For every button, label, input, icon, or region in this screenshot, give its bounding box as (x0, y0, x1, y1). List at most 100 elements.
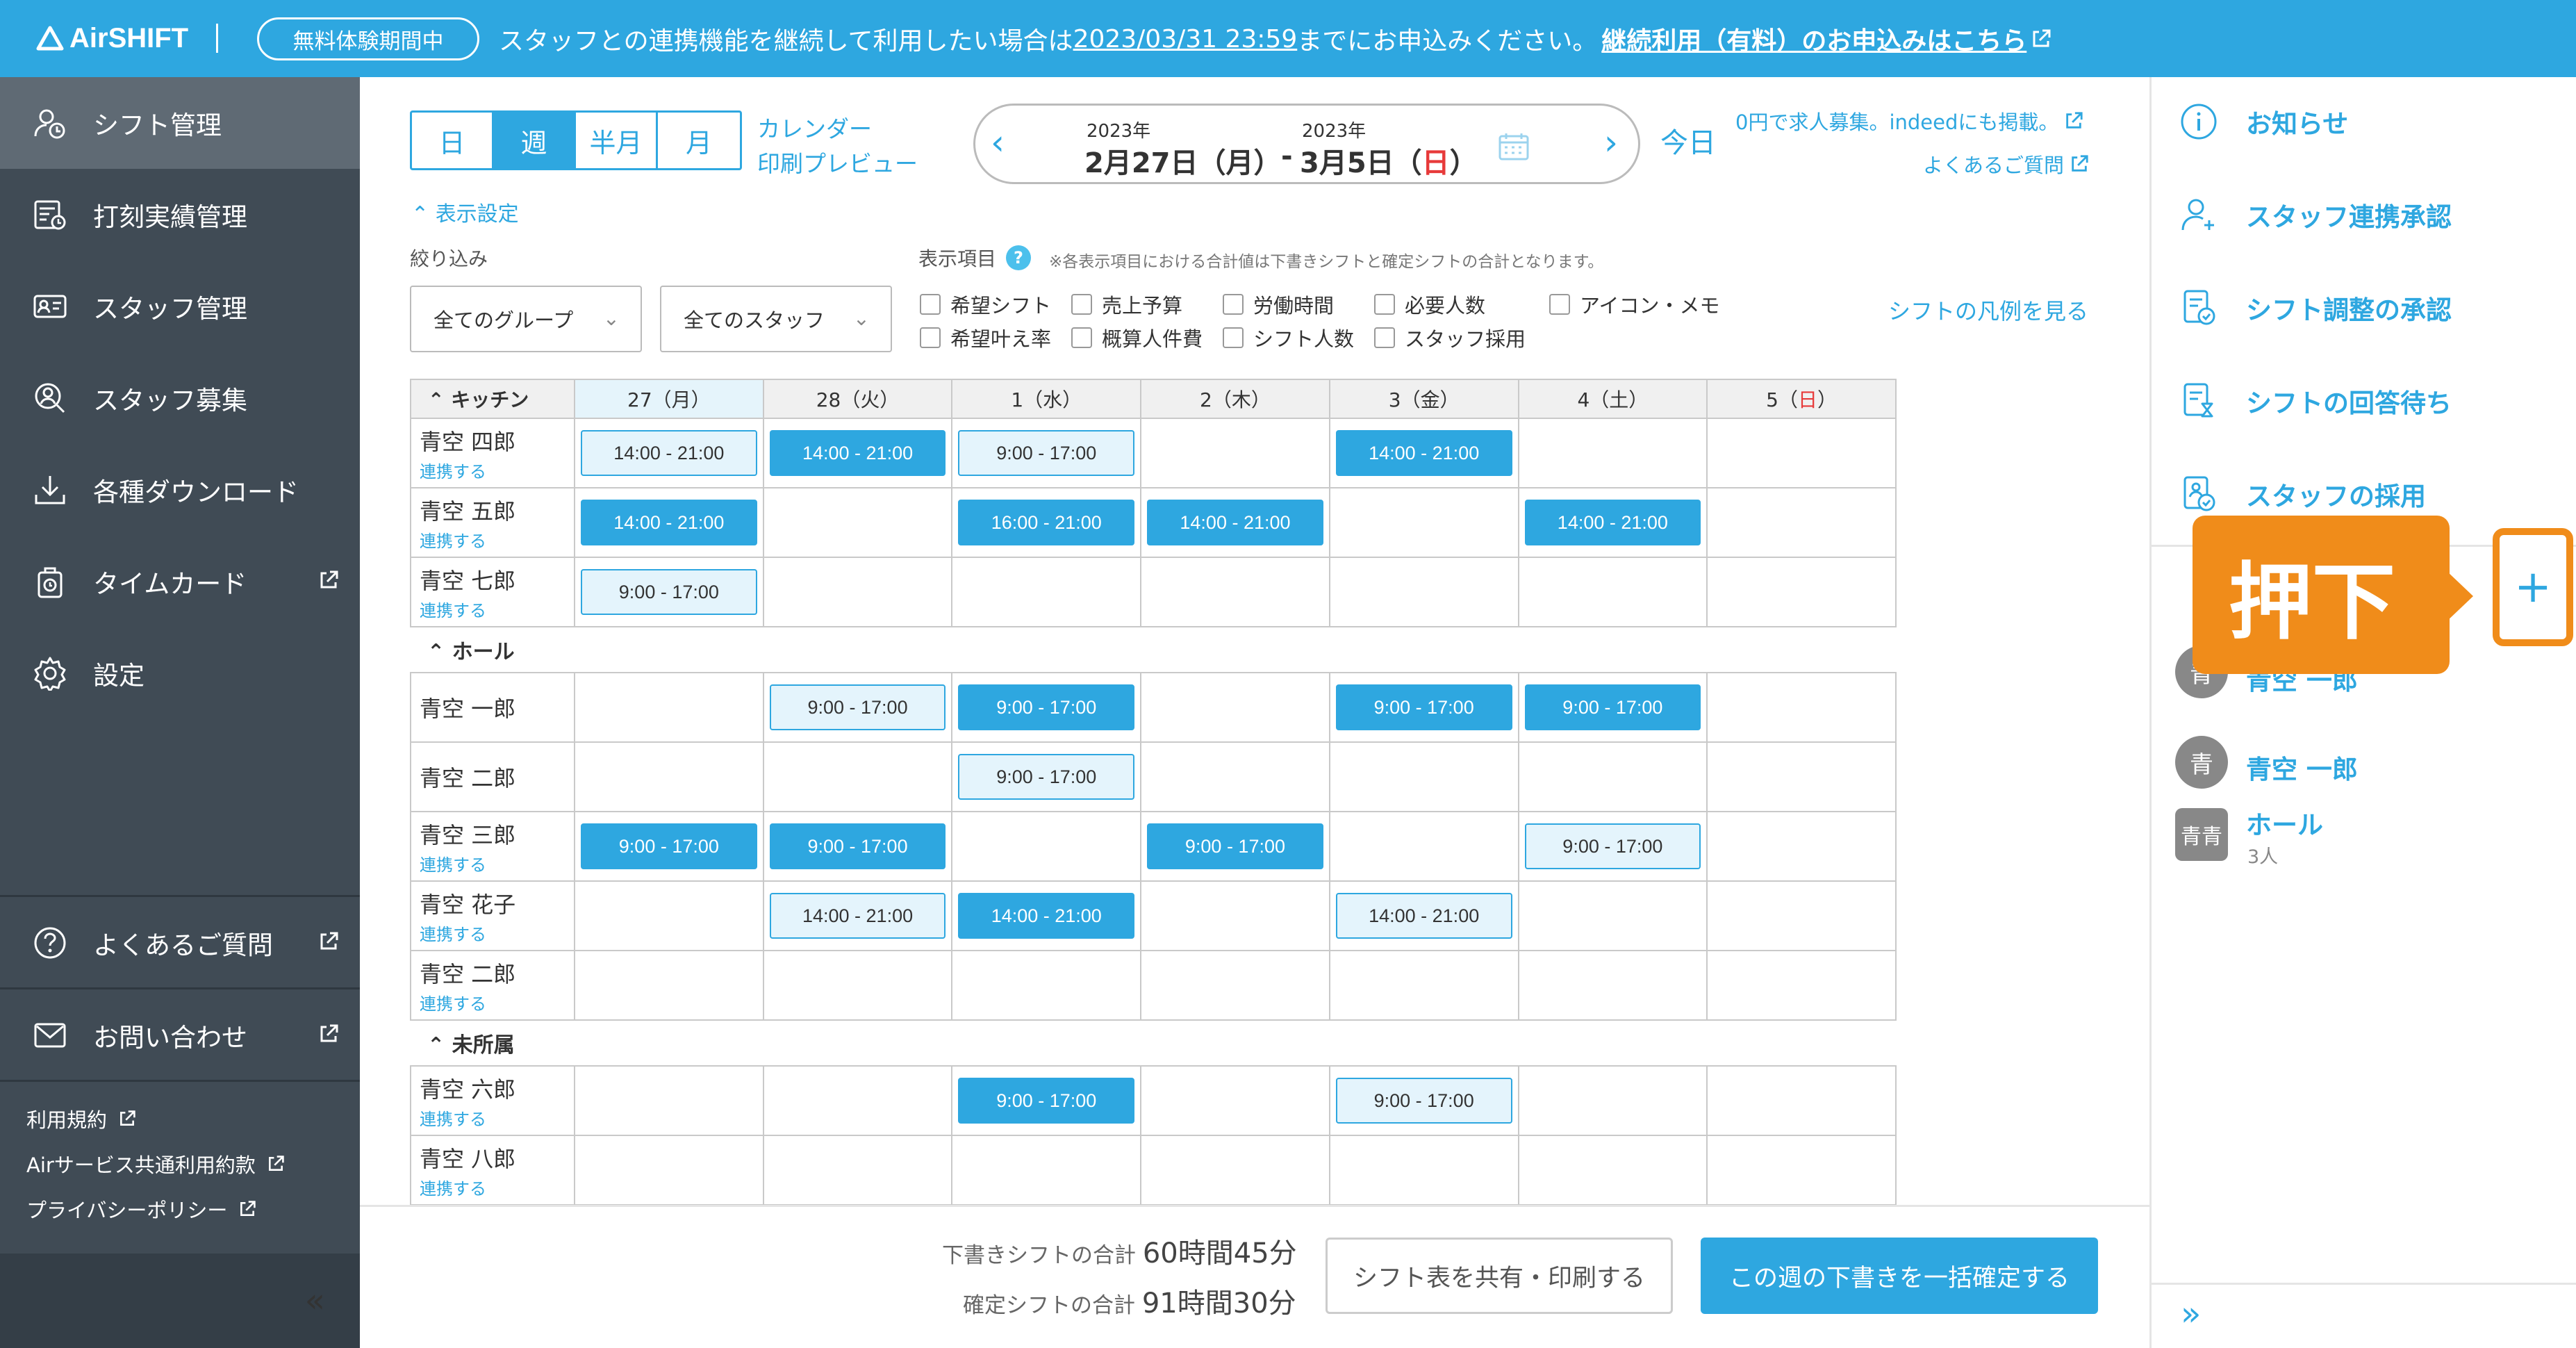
shift-cell[interactable] (1517, 741, 1708, 812)
confirmed-shift[interactable]: 9:00 - 17:00 (769, 823, 946, 869)
shift-cell[interactable] (951, 811, 1142, 882)
shift-cell[interactable]: 14:00 - 21:00 (1328, 418, 1519, 488)
shift-cell[interactable]: 14:00 - 21:00 (1517, 487, 1708, 558)
staff-name[interactable]: 青空 八郎 (420, 1142, 574, 1174)
link-staff-link[interactable]: 連携する (420, 921, 574, 945)
help-icon[interactable]: ? (1006, 245, 1032, 270)
terms-link[interactable]: 利用規約 (26, 1104, 136, 1133)
view-week-button[interactable]: 週 (494, 113, 576, 168)
share-print-button[interactable]: シフト表を共有・印刷する (1326, 1238, 1673, 1314)
shift-cell[interactable]: 9:00 - 17:00 (574, 557, 764, 627)
shift-adjust-approval-item[interactable]: シフト調整の承認 (2179, 288, 2452, 327)
staff-name[interactable]: 青空 二郎 (420, 957, 574, 989)
checkbox-fulfillment-rate[interactable]: 希望叶え率 (920, 323, 1051, 352)
staff-name[interactable]: 青空 花子 (420, 887, 574, 919)
shift-cell[interactable] (574, 1135, 764, 1206)
confirmed-shift[interactable]: 14:00 - 21:00 (1335, 430, 1512, 476)
view-half-month-button[interactable]: 半月 (576, 113, 658, 168)
draft-shift[interactable]: 9:00 - 17:00 (581, 569, 757, 615)
sidebar-item-contact[interactable]: お問い合わせ (0, 989, 360, 1081)
staff-name[interactable]: 青空 六郎 (420, 1072, 574, 1104)
checkbox-desired-shift[interactable]: 希望シフト (920, 290, 1051, 319)
shift-cell[interactable]: 9:00 - 17:00 (951, 672, 1142, 743)
link-staff-link[interactable]: 連携する (420, 597, 574, 621)
shift-cell[interactable] (1706, 741, 1897, 812)
privacy-link[interactable]: プライバシーポリシー (26, 1194, 256, 1224)
shift-cell[interactable] (1706, 811, 1897, 882)
shift-cell[interactable]: 14:00 - 21:00 (574, 487, 764, 558)
shift-cell[interactable]: 9:00 - 17:00 (1517, 672, 1708, 743)
checkbox-staff-hiring[interactable]: スタッフ採用 (1374, 323, 1526, 352)
shift-cell[interactable]: 9:00 - 17:00 (1328, 1065, 1519, 1136)
confirmed-shift[interactable]: 9:00 - 17:00 (958, 1078, 1135, 1124)
confirmed-shift[interactable]: 9:00 - 17:00 (1524, 684, 1701, 730)
draft-shift[interactable]: 9:00 - 17:00 (958, 754, 1135, 800)
confirmed-shift[interactable]: 16:00 - 21:00 (958, 500, 1135, 545)
shift-cell[interactable]: 16:00 - 21:00 (951, 487, 1142, 558)
group-header[interactable]: ⌃ 未所属 (411, 1019, 1896, 1067)
shift-cell[interactable] (1140, 418, 1330, 488)
shift-cell[interactable] (1706, 1135, 1897, 1206)
shift-cell[interactable] (574, 950, 764, 1021)
sidebar-item-staff-management[interactable]: スタッフ管理 (0, 261, 360, 352)
draft-shift[interactable]: 9:00 - 17:00 (769, 684, 946, 730)
calendar-print-link-line2[interactable]: 印刷プレビュー (757, 145, 918, 179)
draft-shift[interactable]: 14:00 - 21:00 (769, 893, 946, 939)
group-header[interactable]: ⌃ ホール (411, 626, 1896, 673)
shift-cell[interactable] (1140, 950, 1330, 1021)
link-staff-link[interactable]: 連携する (420, 851, 574, 876)
shift-cell[interactable] (762, 1135, 953, 1206)
shift-cell[interactable] (1517, 1065, 1708, 1136)
draft-shift[interactable]: 14:00 - 21:00 (581, 430, 757, 476)
shift-cell[interactable] (574, 672, 764, 743)
checkbox-icon-memo[interactable]: アイコン・メモ (1549, 290, 1720, 319)
shift-cell[interactable] (951, 950, 1142, 1021)
shift-cell[interactable] (762, 557, 953, 627)
shift-cell[interactable] (762, 487, 953, 558)
draft-shift[interactable]: 9:00 - 17:00 (958, 430, 1135, 476)
sidebar-item-clock-records[interactable]: 打刻実績管理 (0, 169, 360, 261)
shift-cell[interactable]: 9:00 - 17:00 (1517, 811, 1708, 882)
display-settings-toggle[interactable]: ⌃ 表示設定 (411, 197, 519, 227)
sidebar-item-settings[interactable]: 設定 (0, 627, 360, 719)
airshift-logo[interactable]: AirSHIFT (36, 19, 188, 58)
draft-shift[interactable]: 9:00 - 17:00 (1335, 1078, 1512, 1124)
add-chat-button[interactable]: + (2493, 528, 2573, 646)
faq-link[interactable]: よくあるご質問 (1923, 149, 2089, 179)
confirmed-shift[interactable]: 14:00 - 21:00 (1147, 500, 1323, 545)
shift-cell[interactable]: 9:00 - 17:00 (762, 811, 953, 882)
shift-cell[interactable] (1706, 487, 1897, 558)
shift-cell[interactable] (1706, 557, 1897, 627)
staff-name[interactable]: 青空 四郎 (420, 425, 574, 457)
awaiting-reply-item[interactable]: シフトの回答待ち (2179, 381, 2452, 420)
confirmed-shift[interactable]: 9:00 - 17:00 (1147, 823, 1323, 869)
shift-cell[interactable]: 9:00 - 17:00 (951, 418, 1142, 488)
shift-cell[interactable] (574, 880, 764, 951)
prev-week-button[interactable]: ‹ (991, 122, 1005, 163)
staff-name[interactable]: 青空 三郎 (420, 818, 574, 850)
shift-cell[interactable]: 9:00 - 17:00 (1328, 672, 1519, 743)
shift-cell[interactable] (1517, 418, 1708, 488)
shift-cell[interactable]: 9:00 - 17:00 (574, 811, 764, 882)
staff-hiring-item[interactable]: スタッフの採用 (2179, 475, 2426, 513)
next-week-button[interactable]: › (1604, 122, 1618, 163)
confirmed-shift[interactable]: 9:00 - 17:00 (581, 823, 757, 869)
shift-cell[interactable] (1517, 880, 1708, 951)
checkbox-labor-cost[interactable]: 概算人件費 (1071, 323, 1203, 352)
collapse-sidebar-button[interactable]: « (305, 1281, 325, 1320)
sidebar-item-staff-recruitment[interactable]: スタッフ募集 (0, 352, 360, 444)
shift-cell[interactable] (574, 741, 764, 812)
shift-cell[interactable] (1706, 950, 1897, 1021)
view-day-button[interactable]: 日 (412, 113, 494, 168)
shift-cell[interactable]: 9:00 - 17:00 (1140, 811, 1330, 882)
air-terms-link[interactable]: Airサービス共通利用約款 (26, 1149, 285, 1178)
continue-subscription-link[interactable]: 継続利用（有料）のお申込みはこちら (1601, 21, 2026, 57)
draft-shift[interactable]: 9:00 - 17:00 (1524, 823, 1701, 869)
shift-cell[interactable]: 9:00 - 17:00 (951, 1065, 1142, 1136)
shift-cell[interactable] (1140, 672, 1330, 743)
shift-cell[interactable] (1517, 950, 1708, 1021)
group-header-kitchen[interactable]: ⌃ キッチン (410, 379, 575, 419)
shift-legend-link[interactable]: シフトの凡例を見る (1888, 294, 2088, 326)
shift-cell[interactable] (1517, 1135, 1708, 1206)
shift-cell[interactable]: 9:00 - 17:00 (951, 741, 1142, 812)
